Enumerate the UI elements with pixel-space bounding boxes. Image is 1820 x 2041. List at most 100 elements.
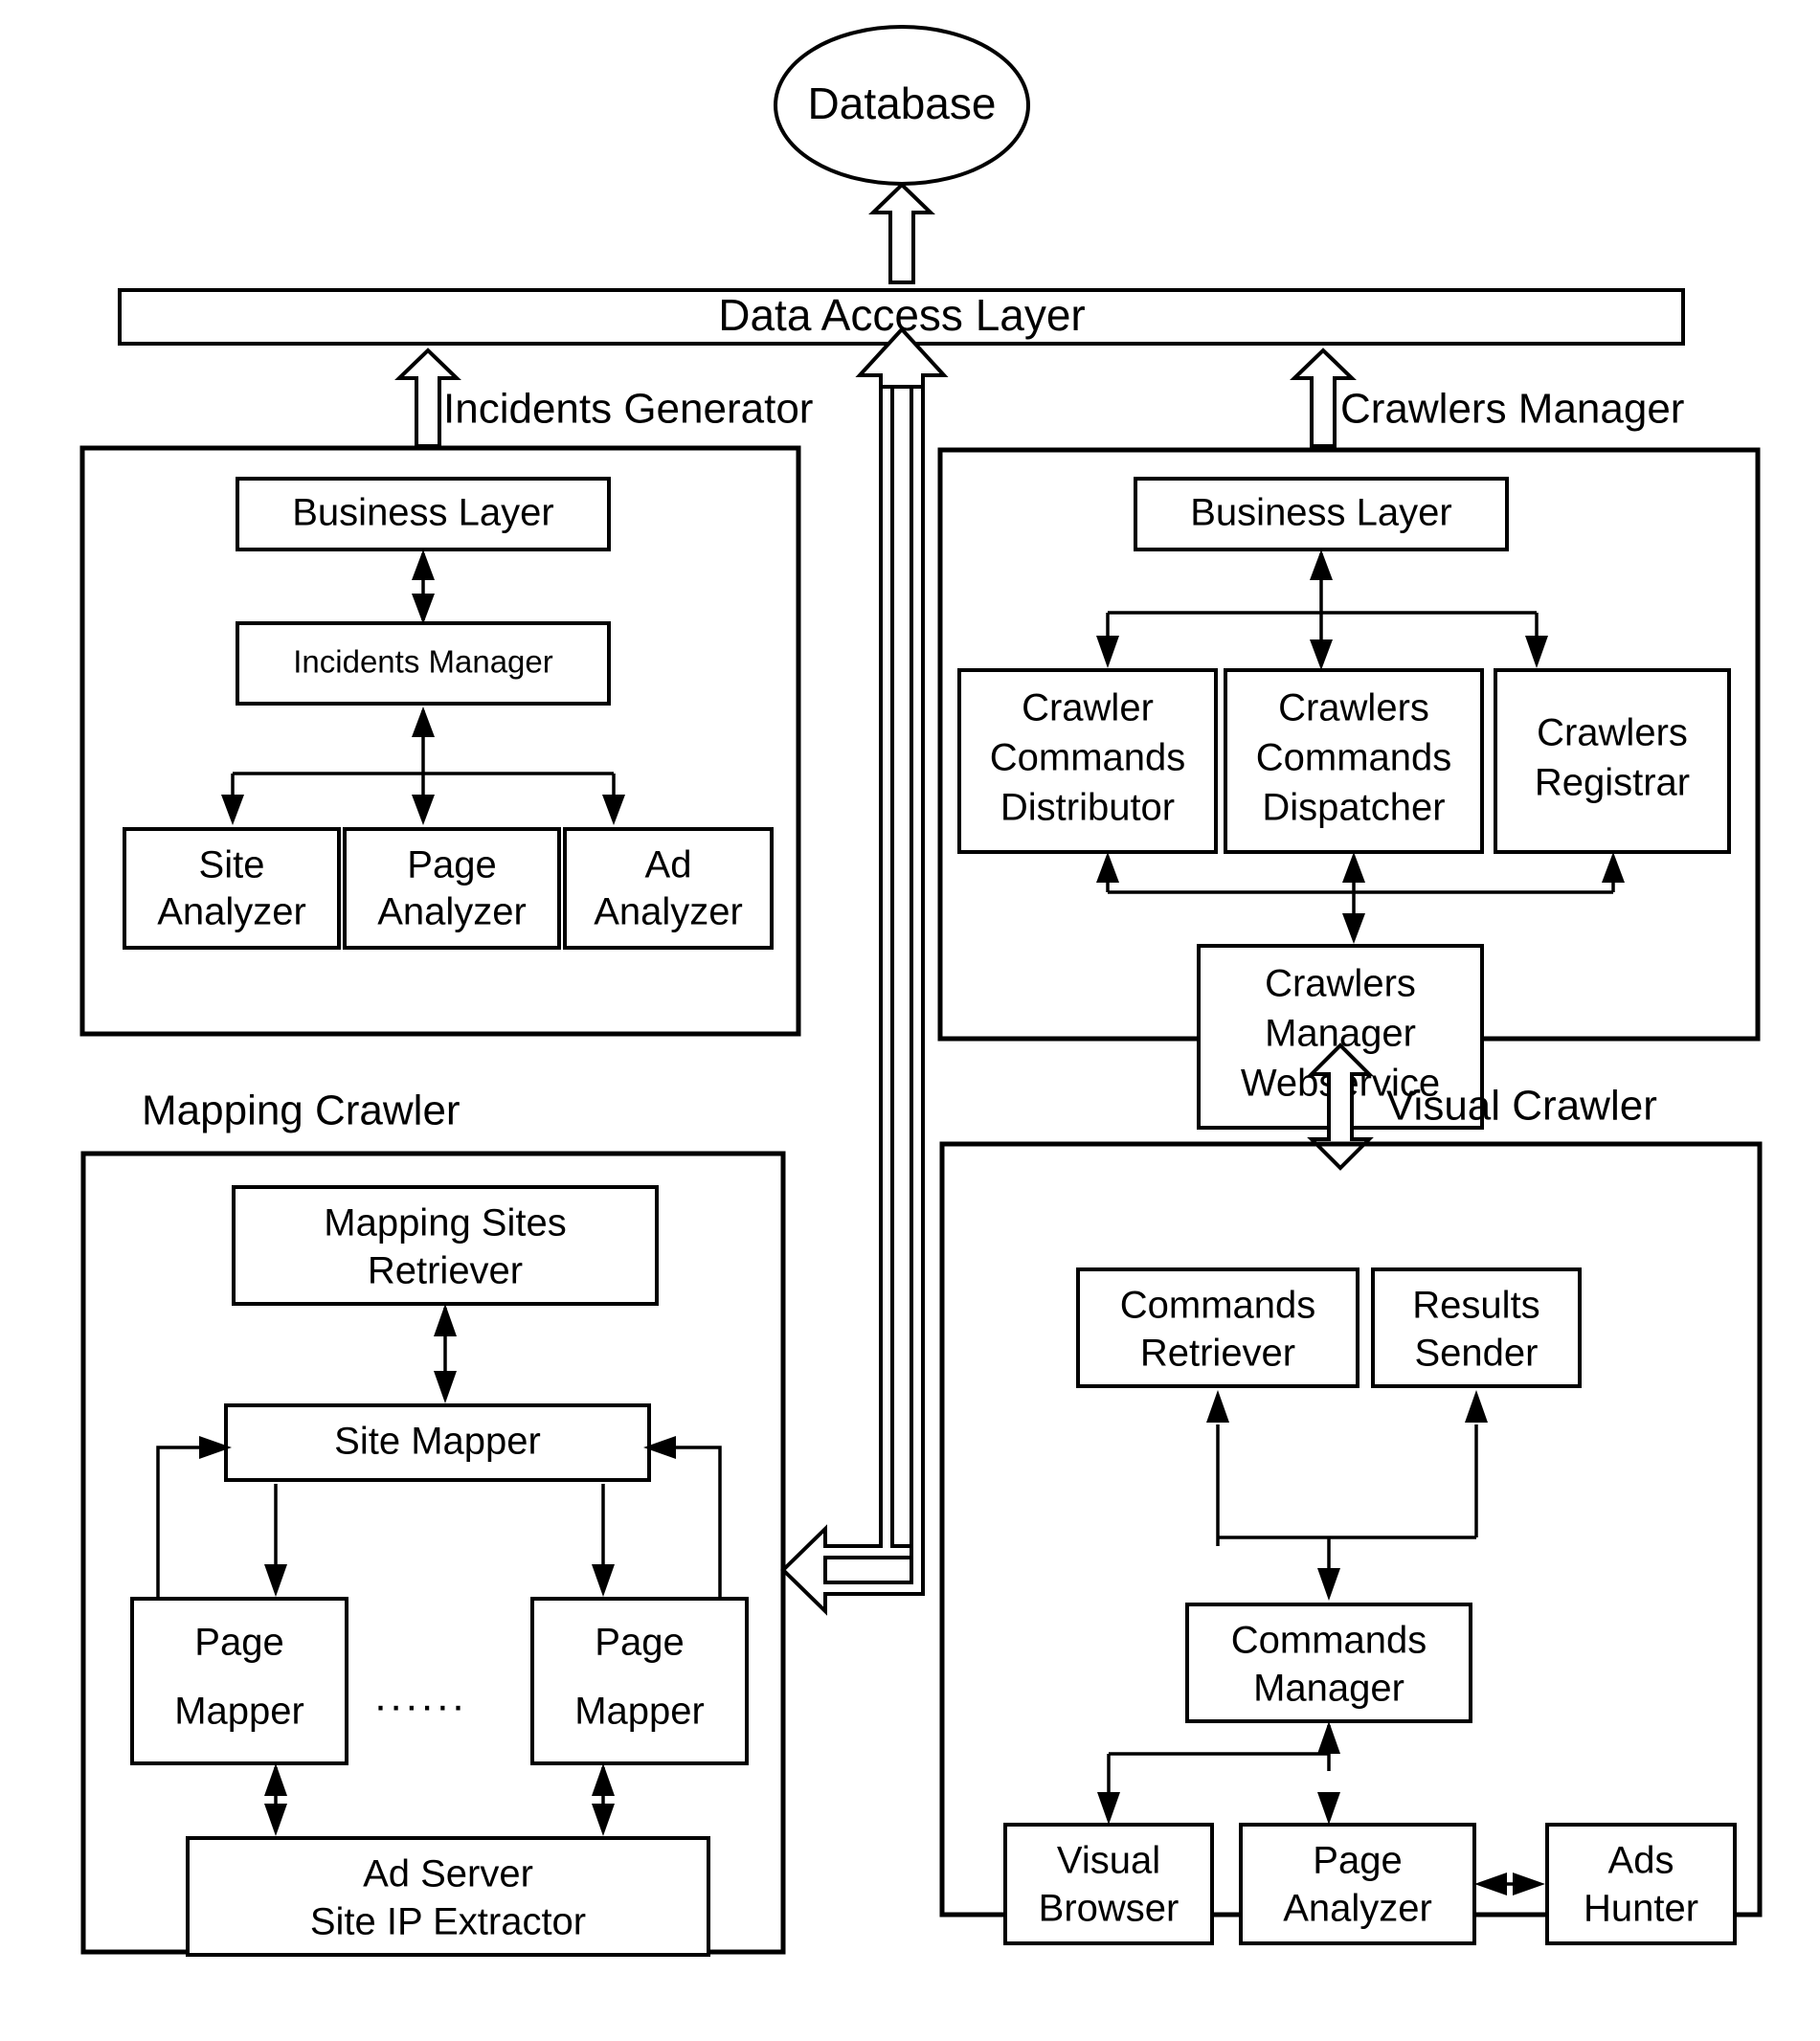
arrowhead-down-icon (1096, 636, 1119, 668)
arrowhead-up-icon (434, 1304, 457, 1336)
vc-results-sender-node: Results Sender (1371, 1267, 1582, 1388)
double-arrow-up-icon (868, 182, 935, 284)
cm-ccd-label-line3: Distributor (1000, 787, 1175, 829)
mc-right-feedback-loop (643, 1436, 722, 1613)
ig-ad-analyzer-label-line1: Ad (645, 844, 692, 886)
arrowhead-down-icon (264, 1564, 287, 1597)
mc-page-mapper-ellipsis: ...... (374, 1673, 467, 1720)
vc-ah-label-line2: Hunter (1584, 1888, 1698, 1930)
arrowhead-down-icon (264, 1804, 287, 1836)
vc-cr-label-line2: Retriever (1140, 1333, 1295, 1375)
ig-page-analyzer-label-line2: Analyzer (377, 891, 527, 933)
cm-ccdis-label-line3: Dispatcher (1262, 787, 1445, 829)
mc-pm-right-label-line2: Mapper (574, 1691, 705, 1733)
mc-msr-label-line1: Mapping Sites (324, 1202, 566, 1245)
ig-im-analyzers-bus (221, 706, 625, 825)
cm-ccdis-label-line2: Commands (1256, 737, 1452, 779)
ig-incidents-manager-node: Incidents Manager (236, 621, 611, 706)
ig-page-analyzer-node: Page Analyzer (343, 827, 561, 950)
arrowhead-down-icon (434, 1371, 457, 1403)
mc-mapping-sites-retriever-node: Mapping Sites Retriever (232, 1185, 659, 1306)
mc-pm-left-label-line2: Mapper (174, 1691, 304, 1733)
arrowhead-right-icon (1513, 1873, 1545, 1895)
mc-pm-left-label-line1: Page (194, 1622, 283, 1664)
cm-business-layer-label: Business Layer (1190, 492, 1451, 534)
mc-right-pm-adserver-arrow (592, 1763, 615, 1836)
vc-rs-label-line1: Results (1412, 1285, 1539, 1327)
arrowhead-up-icon (1465, 1390, 1488, 1423)
mc-msr-label-line2: Retriever (368, 1250, 523, 1292)
vc-pa-label-line1: Page (1313, 1840, 1402, 1882)
vc-commands-manager-node: Commands Manager (1185, 1603, 1472, 1723)
cm-crawlers-commands-dispatcher-node: Crawlers Commands Dispatcher (1224, 668, 1484, 854)
arrowhead-up-icon (1206, 1390, 1229, 1423)
double-line-arrow-left-icon (780, 351, 925, 1616)
arrowhead-down-icon (602, 795, 625, 825)
arrowhead-up-icon (1096, 852, 1119, 883)
ig-business-layer-node: Business Layer (236, 477, 611, 551)
mc-page-mapper-left-node: Page Mapper (130, 1597, 348, 1765)
incidents-generator-group-label: Incidents Generator (443, 386, 813, 433)
vc-rs-label-line2: Sender (1415, 1333, 1539, 1375)
ig-site-analyzer-node: Site Analyzer (123, 827, 341, 950)
arrowhead-down-icon (1342, 913, 1365, 944)
arrowhead-up-icon (264, 1763, 287, 1796)
cm-ccdis-label-line1: Crawlers (1278, 687, 1429, 729)
arrowhead-down-icon (1097, 1792, 1120, 1825)
mc-page-mapper-right-node: Page Mapper (530, 1597, 749, 1765)
dal-to-mapping-crawler-connector (780, 326, 949, 1616)
mc-ad-server-site-ip-extractor-node: Ad Server Site IP Extractor (186, 1836, 710, 1957)
crawlers-manager-group-label: Crawlers Manager (1340, 386, 1684, 433)
mc-sitemapper-left-pagemapper-arrow (264, 1484, 287, 1597)
visual-crawler-group-label: Visual Crawler (1386, 1083, 1657, 1130)
cm-bl-bus-arrow (1310, 550, 1333, 670)
arrowhead-down-icon (592, 1564, 615, 1597)
cm-ccd-label-line2: Commands (990, 737, 1186, 779)
ig-site-analyzer-label-line2: Analyzer (157, 891, 306, 933)
cm-webservice-label-line1: Crawlers (1265, 963, 1416, 1005)
arrowhead-up-icon (592, 1763, 615, 1796)
arrowhead-down-icon (1317, 1792, 1340, 1825)
arrowhead-up-icon (1602, 852, 1625, 883)
arrowhead-down-icon (1317, 1568, 1340, 1601)
mc-left-pm-adserver-arrow (264, 1763, 287, 1836)
vc-cr-label-line1: Commands (1120, 1285, 1316, 1327)
vc-pageanalyzer-adshunter-arrow (1474, 1873, 1545, 1895)
ig-ad-analyzer-label-line2: Analyzer (594, 891, 743, 933)
vc-manager-upper-bus (1206, 1390, 1488, 1601)
ig-business-layer-label: Business Layer (292, 492, 553, 534)
ig-ad-analyzer-node: Ad Analyzer (563, 827, 774, 950)
arrowhead-down-icon (412, 795, 435, 825)
database-node: Database (774, 25, 1030, 186)
arrowhead-up-icon (1317, 1721, 1340, 1754)
mc-adserver-label-line1: Ad Server (363, 1853, 533, 1895)
arrowhead-down-icon (1525, 636, 1548, 668)
arrowhead-left-icon (1474, 1873, 1507, 1895)
ig-bl-im-arrow (412, 550, 435, 624)
mc-sitemapper-right-pagemapper-arrow (592, 1484, 615, 1597)
ig-incidents-manager-label: Incidents Manager (293, 644, 553, 680)
vc-vb-label-line1: Visual (1057, 1840, 1160, 1882)
vc-pa-label-line2: Analyzer (1283, 1888, 1432, 1930)
ig-page-analyzer-label-line1: Page (407, 844, 496, 886)
vc-visual-browser-node: Visual Browser (1003, 1823, 1214, 1945)
vc-cm-label-line2: Manager (1253, 1668, 1404, 1710)
visual-crawler-group-box (939, 1141, 1763, 1918)
arrowhead-down-icon (1310, 639, 1333, 670)
vc-commands-retriever-node: Commands Retriever (1076, 1267, 1359, 1388)
database-to-dal-connector (868, 182, 935, 284)
vc-ads-hunter-node: Ads Hunter (1545, 1823, 1737, 1945)
mc-retriever-sitemapper-arrow (434, 1304, 457, 1403)
mc-pm-right-label-line1: Page (595, 1622, 684, 1664)
ig-site-analyzer-label-line1: Site (199, 844, 265, 886)
arrowhead-up-icon (412, 706, 435, 737)
vc-manager-lower-bus (1097, 1721, 1340, 1825)
cm-bus-bottom (1096, 852, 1625, 894)
cm-registrar-label-line1: Crawlers (1537, 712, 1688, 754)
cm-crawler-commands-distributor-node: Crawler Commands Distributor (957, 668, 1218, 854)
database-label: Database (808, 78, 997, 128)
mc-site-mapper-label: Site Mapper (334, 1421, 541, 1463)
vc-page-analyzer-node: Page Analyzer (1239, 1823, 1476, 1945)
vc-vb-label-line2: Browser (1039, 1888, 1180, 1930)
arrowhead-down-icon (592, 1804, 615, 1836)
